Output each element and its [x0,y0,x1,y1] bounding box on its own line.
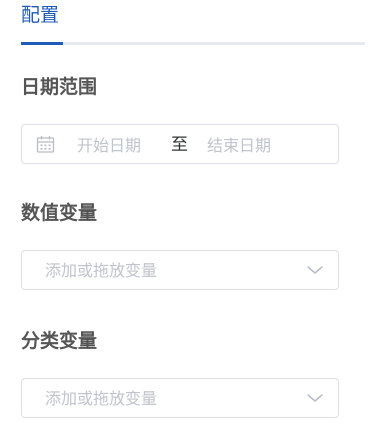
tab-config-label: 配置 [21,4,60,26]
tab-active-indicator [21,42,63,45]
numeric-variable-select[interactable]: 添加或拖放变量 [21,250,339,290]
start-date-input[interactable]: 开始日期 [77,136,141,156]
chevron-down-icon[interactable] [306,392,324,404]
chevron-down-icon[interactable] [306,264,324,276]
numeric-variable-placeholder: 添加或拖放变量 [45,261,158,280]
date-range-title: 日期范围 [21,76,98,98]
date-range-picker[interactable]: 开始日期 至 结束日期 [21,124,339,164]
categorical-variable-title: 分类变量 [21,330,98,352]
tab-config[interactable]: 配置 [21,2,59,42]
config-panel: 配置 日期范围 开始日期 至 结束日期 数值变量 添加或拖放变量 分类变量 添加… [0,0,369,435]
categorical-variable-placeholder: 添加或拖放变量 [45,389,158,408]
tab-bar-divider [21,42,365,45]
date-range-separator: 至 [171,135,188,155]
numeric-variable-title: 数值变量 [21,202,98,224]
categorical-variable-select[interactable]: 添加或拖放变量 [21,378,339,418]
end-date-input[interactable]: 结束日期 [207,136,271,156]
tab-bar: 配置 [21,0,365,46]
calendar-icon [36,136,55,153]
